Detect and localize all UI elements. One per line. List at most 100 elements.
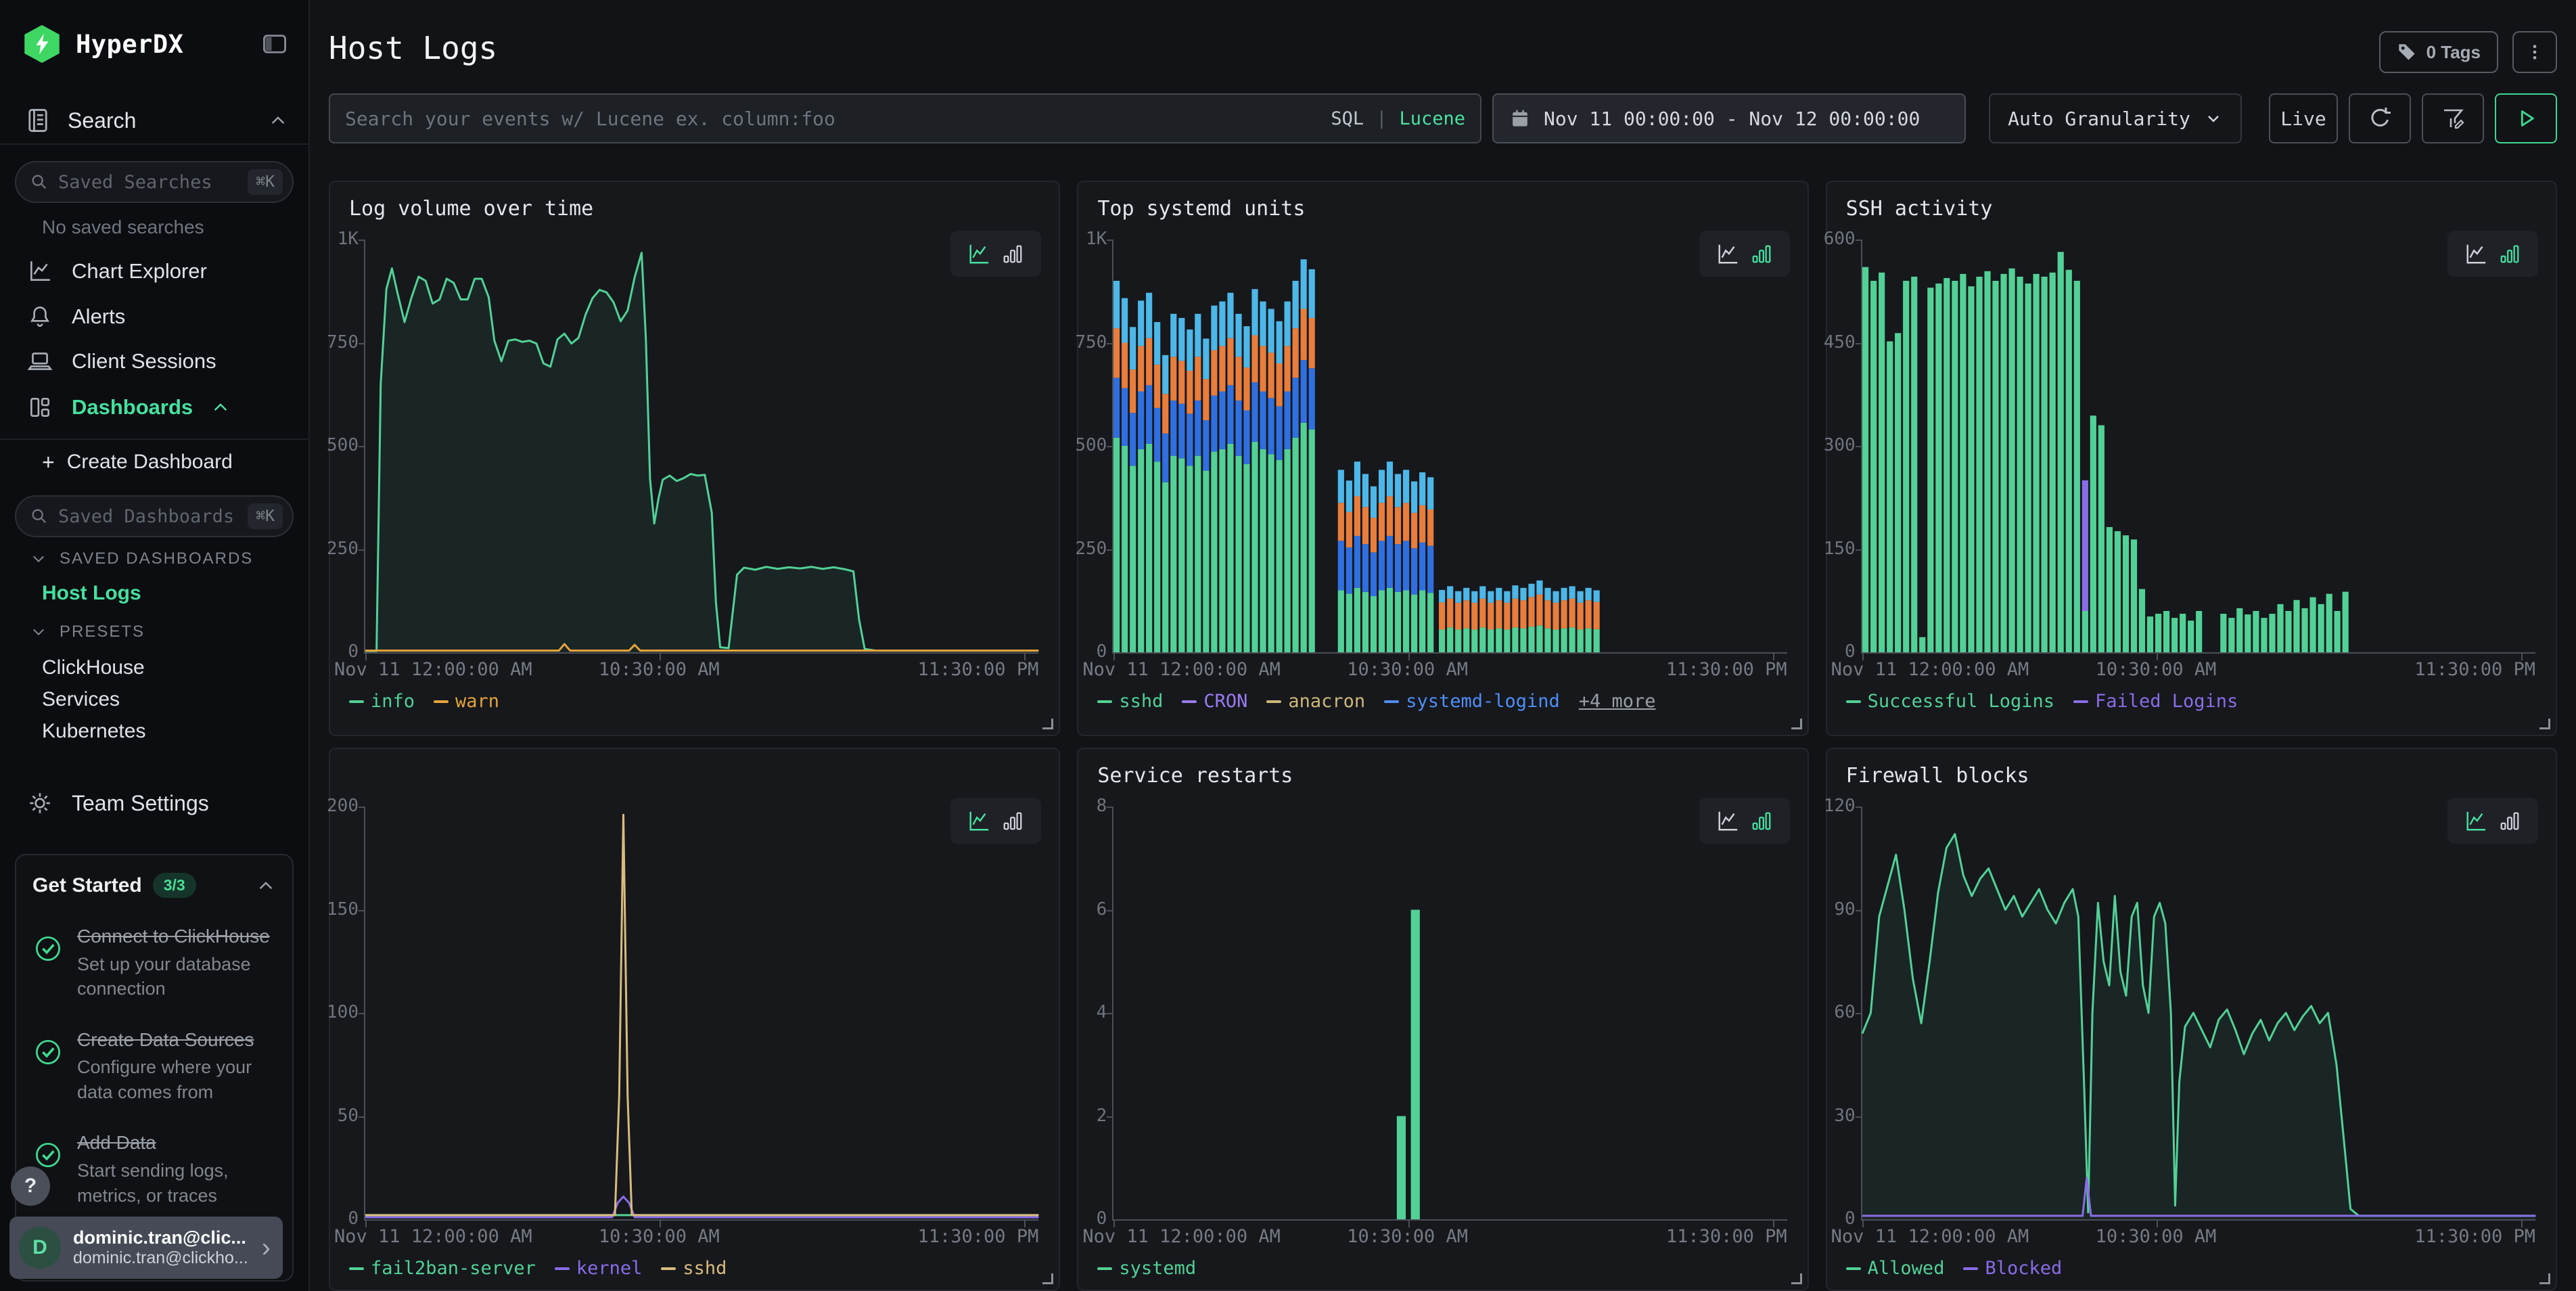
y-axis-labels: 86420 <box>1078 807 1107 1219</box>
y-tick-mark <box>1856 446 1862 447</box>
sidebar-item-client-sessions[interactable]: Client Sessions <box>26 340 288 382</box>
sidebar-item-clickhouse[interactable]: ClickHouse <box>42 656 288 679</box>
sidebar-item-team-settings[interactable]: Team Settings <box>26 782 288 824</box>
chart-plot[interactable] <box>1112 240 1787 654</box>
chart-legend: fail2ban-server kernel sshd <box>349 1258 1041 1279</box>
section-presets[interactable]: PRESETS <box>30 622 288 641</box>
chart-plot[interactable] <box>364 240 1038 654</box>
lucene-mode-toggle[interactable]: Lucene <box>1399 108 1465 129</box>
legend-item[interactable]: warn <box>434 691 499 712</box>
x-tick-label: 11:30:00 PM <box>2414 659 2535 680</box>
legend-item[interactable]: sshd <box>661 1258 727 1279</box>
toolbar: Search your events w/ Lucene ex. column:… <box>329 93 2557 143</box>
y-tick-label: 250 <box>327 539 359 559</box>
resize-handle-icon[interactable] <box>1042 719 1053 729</box>
legend-item[interactable]: kernel <box>555 1258 643 1279</box>
get-started-item-subtitle: Set up your database connection <box>77 952 276 1001</box>
sql-mode-toggle[interactable]: SQL <box>1331 108 1364 129</box>
y-axis-labels: 6004503001500 <box>1827 240 1856 652</box>
get-started-item[interactable]: Add Data Start sending logs, metrics, or… <box>32 1130 276 1208</box>
legend-swatch <box>1846 700 1861 703</box>
sidebar-item-alerts[interactable]: Alerts <box>26 296 288 338</box>
legend-swatch <box>1384 700 1399 703</box>
avatar: D <box>19 1227 61 1269</box>
y-tick-label: 2 <box>1097 1106 1107 1126</box>
chart-card-service-restarts: Service restarts86420Nov 11 12:00:00 AM1… <box>1077 748 1808 1291</box>
create-dashboard-button[interactable]: + Create Dashboard <box>42 445 288 479</box>
tags-button[interactable]: 0 Tags <box>2379 31 2498 73</box>
help-button[interactable]: ? <box>11 1167 50 1206</box>
time-range-picker[interactable]: Nov 11 00:00:00 - Nov 12 00:00:00 <box>1492 93 1966 143</box>
legend-item[interactable]: anacron <box>1266 691 1365 712</box>
legend-item[interactable]: Failed Logins <box>2073 691 2238 712</box>
y-tick-label: 750 <box>327 332 359 353</box>
chart-legend: Successful Logins Failed Logins <box>1846 691 2538 712</box>
chart-plot[interactable] <box>1861 240 2535 654</box>
sidebar-item-kubernetes[interactable]: Kubernetes <box>42 720 288 743</box>
legend-item[interactable]: sshd <box>1097 691 1163 712</box>
saved-dashboards-input[interactable]: Saved Dashboards ⌘K <box>15 495 294 537</box>
granularity-select[interactable]: Auto Granularity <box>1989 93 2242 143</box>
legend-item[interactable]: Allowed <box>1846 1258 1945 1279</box>
resize-handle-icon[interactable] <box>2539 1273 2550 1284</box>
y-tick-mark <box>1856 807 1862 808</box>
x-tick-label: 10:30:00 AM <box>599 1226 720 1247</box>
event-search-input[interactable]: Search your events w/ Lucene ex. column:… <box>329 93 1481 143</box>
refresh-button[interactable] <box>2349 93 2411 143</box>
get-started-item[interactable]: Create Data Sources Configure where your… <box>32 1027 276 1105</box>
user-menu[interactable]: D dominic.tran@clic... dominic.tran@clic… <box>9 1217 283 1279</box>
section-saved-dashboards[interactable]: SAVED DASHBOARDS <box>30 549 288 568</box>
live-button[interactable]: Live <box>2269 93 2338 143</box>
legend-item[interactable]: Successful Logins <box>1846 691 2054 712</box>
y-tick-label: 250 <box>1075 539 1107 559</box>
chevron-up-icon[interactable] <box>210 397 231 417</box>
chart-explorer-icon <box>26 258 54 284</box>
resize-handle-icon[interactable] <box>1791 719 1802 729</box>
run-query-button[interactable] <box>2495 93 2557 143</box>
chart-card-top-systemd-units: Top systemd units1K7505002500Nov 11 12:0… <box>1077 181 1808 736</box>
collapse-sidebar-icon[interactable] <box>261 30 288 58</box>
legend-item[interactable]: fail2ban-server <box>349 1258 536 1279</box>
resize-handle-icon[interactable] <box>2539 719 2550 729</box>
sidebar-item-search[interactable]: Search <box>24 101 288 139</box>
x-tick-label: 11:30:00 PM <box>1666 1226 1787 1247</box>
dashboard-menu-button[interactable] <box>2512 31 2557 73</box>
resize-handle-icon[interactable] <box>1042 1273 1053 1284</box>
legend-swatch <box>555 1267 570 1270</box>
chart-title: Service restarts <box>1097 764 1293 788</box>
x-tick-label: 11:30:00 PM <box>2414 1226 2535 1247</box>
legend-label: fail2ban-server <box>371 1258 536 1279</box>
legend-item[interactable]: CRON <box>1182 691 1247 712</box>
legend-item[interactable]: info <box>349 691 415 712</box>
time-range-value: Nov 11 00:00:00 - Nov 12 00:00:00 <box>1544 108 1920 130</box>
chevron-up-icon[interactable] <box>268 110 288 131</box>
sidebar-item-dashboards[interactable]: Dashboards <box>26 386 288 428</box>
chart-plot[interactable] <box>1861 807 2535 1221</box>
chart-plot[interactable] <box>364 807 1038 1221</box>
resize-handle-icon[interactable] <box>1791 1273 1802 1284</box>
legend-more-link[interactable]: +4 more <box>1579 691 1656 712</box>
legend-label: kernel <box>576 1258 643 1279</box>
y-tick-mark <box>1107 1116 1113 1118</box>
legend-item[interactable]: Blocked <box>1963 1258 2062 1279</box>
y-tick-mark <box>1107 549 1113 551</box>
legend-swatch <box>1266 700 1281 703</box>
chart-plot[interactable] <box>1112 807 1787 1221</box>
chart-title: Firewall blocks <box>1846 764 2029 788</box>
sidebar-item-host-logs[interactable]: Host Logs <box>42 582 288 605</box>
get-started-item[interactable]: Connect to ClickHouse Set up your databa… <box>32 924 276 1001</box>
chevron-up-icon[interactable] <box>256 876 276 896</box>
legend-swatch <box>1097 700 1112 703</box>
legend-label: info <box>371 691 415 712</box>
filter-button[interactable] <box>2422 93 2484 143</box>
chart-title: Top systemd units <box>1097 197 1305 221</box>
get-started-header[interactable]: Get Started 3/3 <box>32 873 276 898</box>
legend-swatch <box>1846 1267 1861 1270</box>
saved-searches-input[interactable]: Saved Searches ⌘K <box>15 161 294 203</box>
y-tick-label: 50 <box>338 1106 359 1126</box>
chevron-down-icon <box>30 550 47 568</box>
sidebar-item-services[interactable]: Services <box>42 688 288 711</box>
sidebar-item-chart-explorer[interactable]: Chart Explorer <box>26 250 288 292</box>
legend-item[interactable]: systemd <box>1097 1258 1196 1279</box>
legend-item[interactable]: systemd-logind <box>1384 691 1560 712</box>
